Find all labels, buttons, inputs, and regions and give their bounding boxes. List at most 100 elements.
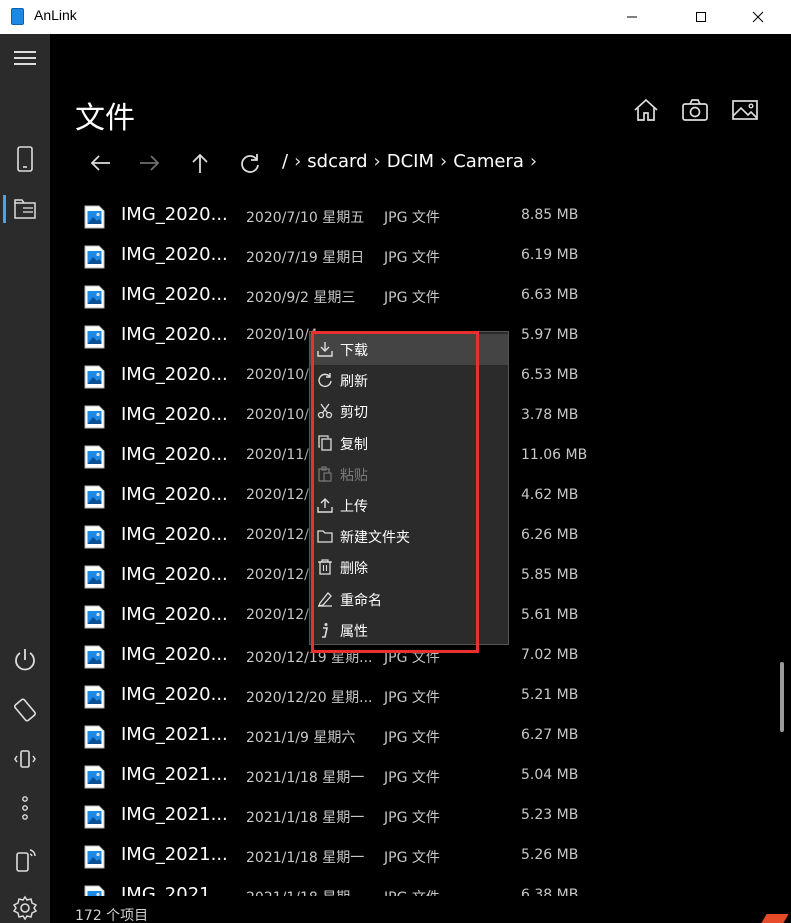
- context-menu-label: 新建文件夹: [340, 530, 410, 547]
- forward-button[interactable]: [135, 148, 165, 178]
- file-row[interactable]: IMG_2021... 2021/1/18 星期... JPG 文件 6.38 MB: [50, 876, 790, 896]
- sidebar-item-phone[interactable]: [0, 137, 50, 181]
- more-vertical-icon: [22, 796, 28, 820]
- file-date: 2020/12/5: [246, 527, 318, 543]
- maximize-button[interactable]: [678, 0, 724, 34]
- power-button[interactable]: [0, 638, 50, 682]
- file-row[interactable]: IMG_2021... 2021/1/9 星期六 JPG 文件 6.27 MB: [50, 716, 790, 756]
- context-menu-item[interactable]: 属性: [310, 615, 508, 646]
- file-name: IMG_2020...: [121, 604, 228, 625]
- chevron-right-icon: ›: [529, 151, 538, 172]
- breadcrumb-camera[interactable]: Camera: [453, 151, 524, 172]
- image-file-icon: [84, 845, 105, 869]
- context-menu-item[interactable]: 下载: [310, 334, 508, 365]
- context-menu-item[interactable]: 复制: [310, 428, 508, 459]
- context-menu-item[interactable]: 上传: [310, 490, 508, 521]
- rotate-screen-button[interactable]: [0, 688, 50, 732]
- sidebar-item-files[interactable]: [0, 187, 50, 231]
- image-file-icon: [84, 525, 105, 549]
- back-button[interactable]: [85, 148, 115, 178]
- file-date: 2020/9/2 星期三: [246, 290, 356, 306]
- file-name: IMG_2020...: [121, 244, 228, 265]
- file-size: 6.27 MB: [521, 727, 579, 743]
- image-file-icon: [84, 245, 105, 269]
- file-date: 2020/7/10 星期五: [246, 210, 365, 226]
- camera-icon: [682, 99, 708, 121]
- pictures-folder-button[interactable]: [730, 95, 760, 125]
- close-button[interactable]: [735, 0, 781, 34]
- image-file-icon: [84, 805, 105, 829]
- app-icon: [11, 8, 24, 25]
- file-row[interactable]: IMG_2021... 2021/1/18 星期一 JPG 文件 5.26 MB: [50, 836, 790, 876]
- file-row[interactable]: IMG_2020... 2020/9/2 星期三 JPG 文件 6.63 MB: [50, 276, 790, 316]
- file-size: 6.63 MB: [521, 287, 579, 303]
- phone-connect-button[interactable]: [0, 838, 50, 882]
- more-button[interactable]: [0, 786, 50, 830]
- file-type: JPG 文件: [384, 290, 440, 306]
- settings-button[interactable]: [0, 886, 50, 923]
- breadcrumb-sdcard[interactable]: sdcard: [307, 151, 367, 172]
- file-size: 6.53 MB: [521, 367, 579, 383]
- file-row[interactable]: IMG_2020... 2020/7/19 星期日 JPG 文件 6.19 MB: [50, 236, 790, 276]
- file-name: IMG_2020...: [121, 324, 228, 345]
- gear-icon: [12, 895, 38, 921]
- context-menu-item[interactable]: 刷新: [310, 365, 508, 396]
- arrow-up-icon: [192, 153, 208, 173]
- file-row[interactable]: IMG_2020... 2020/7/10 星期五 JPG 文件 8.85 MB: [50, 196, 790, 236]
- hamburger-icon: [14, 51, 36, 65]
- vibrate-button[interactable]: [0, 738, 50, 782]
- rotate-icon: [13, 698, 37, 722]
- chevron-right-icon: ›: [373, 151, 381, 172]
- file-name: IMG_2021...: [121, 844, 228, 865]
- vibrate-icon: [14, 750, 36, 768]
- arrow-right-icon: [140, 155, 160, 171]
- image-file-icon: [84, 765, 105, 789]
- file-name: IMG_2020...: [121, 284, 228, 305]
- file-row[interactable]: IMG_2021... 2021/1/18 星期一 JPG 文件 5.04 MB: [50, 756, 790, 796]
- context-menu-item[interactable]: 新建文件夹: [310, 521, 508, 552]
- breadcrumb-root[interactable]: /: [282, 151, 288, 172]
- file-date: 2020/12/5: [246, 487, 318, 503]
- file-name: IMG_2021...: [121, 884, 228, 896]
- new-folder-icon: [317, 528, 333, 544]
- upload-icon: [317, 497, 333, 513]
- scrollbar-thumb[interactable]: [780, 662, 784, 732]
- image-file-icon: [84, 725, 105, 749]
- file-date: 2021/1/18 星期一: [246, 770, 365, 786]
- file-name: IMG_2020...: [121, 364, 228, 385]
- context-menu-item[interactable]: 重命名: [310, 584, 508, 615]
- file-type: JPG 文件: [384, 250, 440, 266]
- image-file-icon: [84, 645, 105, 669]
- context-menu-label: 刷新: [340, 374, 368, 391]
- up-button[interactable]: [185, 148, 215, 178]
- title-bar: AnLink: [0, 0, 791, 34]
- image-file-icon: [84, 405, 105, 429]
- file-type: JPG 文件: [384, 730, 440, 746]
- file-name: IMG_2021...: [121, 764, 228, 785]
- file-date: 2020/10/4: [246, 327, 318, 343]
- menu-button[interactable]: [0, 36, 50, 80]
- file-date: 2020/12/: [246, 607, 309, 623]
- context-menu-item[interactable]: 删除: [310, 552, 508, 583]
- home-button[interactable]: [631, 95, 661, 125]
- home-icon: [634, 98, 658, 121]
- file-name: IMG_2020...: [121, 204, 228, 225]
- file-date: 2020/12/6: [246, 567, 318, 583]
- minimize-button[interactable]: [609, 0, 655, 34]
- refresh-button[interactable]: [235, 148, 265, 178]
- file-row[interactable]: IMG_2021... 2021/1/18 星期一 JPG 文件 5.23 MB: [50, 796, 790, 836]
- file-size: 4.62 MB: [521, 487, 579, 503]
- file-row[interactable]: IMG_2020... 2020/12/20 星期... JPG 文件 5.21 MB: [50, 676, 790, 716]
- camera-folder-button[interactable]: [680, 95, 710, 125]
- file-size: 5.97 MB: [521, 327, 579, 343]
- sidebar: [0, 34, 50, 923]
- file-size: 6.38 MB: [521, 887, 579, 896]
- context-menu-item[interactable]: 剪切: [310, 396, 508, 427]
- file-size: 6.19 MB: [521, 247, 579, 263]
- breadcrumb-dcim[interactable]: DCIM: [387, 151, 434, 172]
- context-menu-label: 属性: [340, 623, 368, 640]
- file-name: IMG_2021...: [121, 804, 228, 825]
- image-file-icon: [84, 445, 105, 469]
- page-title: 文件: [75, 101, 135, 136]
- file-size: 5.04 MB: [521, 767, 579, 783]
